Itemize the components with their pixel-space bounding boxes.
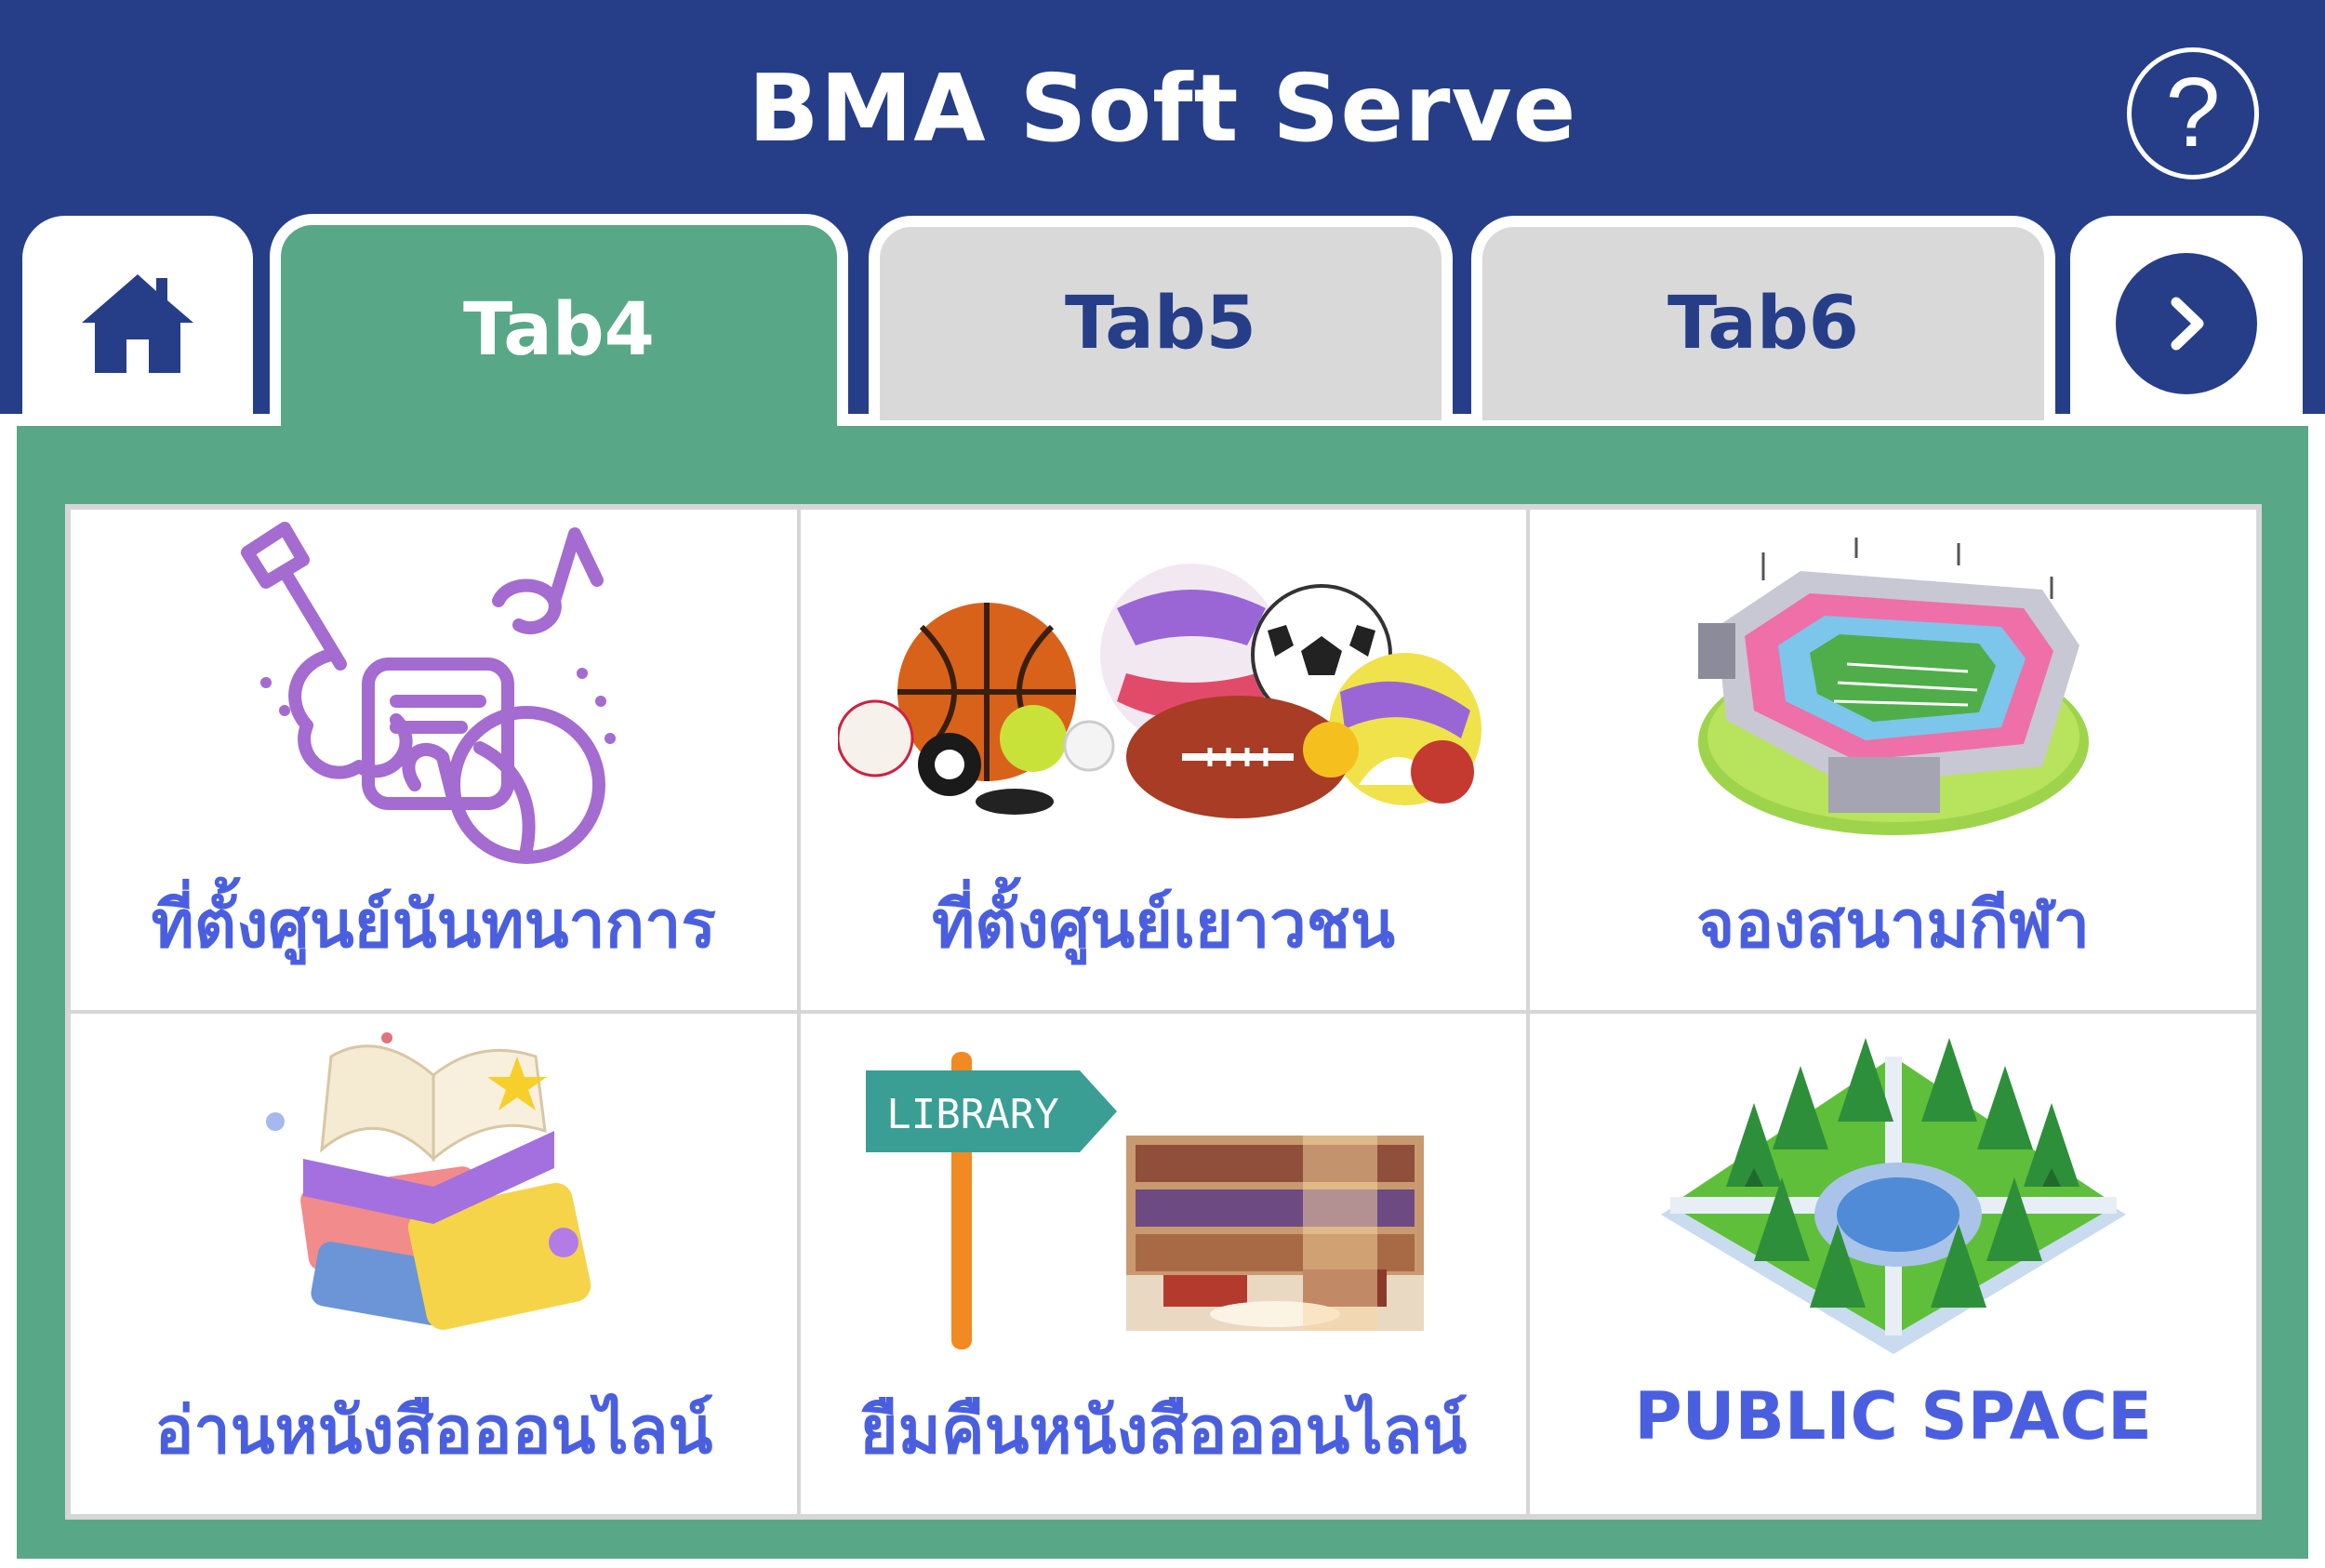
content-panel: ที่ตั้งศูนย์นันทนาการ ที่ตั้งศูนย์เยาวชน… [17, 426, 2308, 1559]
app-title: BMA Soft Serve [748, 54, 1577, 163]
tile-label: อ่านหนังสือออนไลน์ [154, 1392, 713, 1468]
tile-recreation-center[interactable]: ที่ตั้งศูนย์นันทนาการ [69, 508, 799, 1012]
service-grid: ที่ตั้งศูนย์นันทนาการ ที่ตั้งศูนย์เยาวชน… [65, 504, 2262, 1520]
tile-read-books-online[interactable]: อ่านหนังสือออนไลน์ [69, 1012, 799, 1516]
tab-next-button[interactable] [2070, 216, 2303, 420]
sports-balls-icon [837, 564, 1481, 818]
tab-6-label: Tab6 [1667, 282, 1859, 365]
home-icon [82, 274, 193, 373]
tab-6[interactable]: Tab6 [1471, 216, 2055, 420]
open-books-icon [266, 1032, 591, 1330]
tile-label: PUBLIC SPACE [1634, 1378, 2152, 1455]
tile-public-space[interactable]: PUBLIC SPACE [1528, 1012, 2258, 1516]
library-sign-icon: LIBRARY [865, 1052, 1424, 1349]
library-sign-text: LIBRARY [886, 1091, 1058, 1138]
tile-youth-center[interactable]: ที่ตั้งศูนย์เยาวชน [798, 508, 1529, 1012]
tab-5-label: Tab5 [1065, 282, 1256, 365]
tile-borrow-return-books[interactable]: LIBRARY ยืมคืนหนังสือออนไลน์ [798, 1012, 1529, 1516]
tab-5[interactable]: Tab5 [869, 216, 1453, 420]
next-circle [2116, 253, 2257, 394]
tile-label: ที่ตั้งศูนย์เยาวชน [931, 886, 1395, 963]
tile-label: ที่ตั้งศูนย์นันทนาการ [151, 886, 717, 963]
tab-4-label: Tab4 [463, 288, 655, 372]
tile-label: จองสนามกีฬา [1696, 886, 2091, 963]
tile-book-sports-field[interactable]: จองสนามกีฬา [1528, 508, 2258, 1012]
tab-4[interactable]: Tab4 [270, 214, 848, 435]
stadium-icon [1697, 538, 2089, 835]
help-button[interactable]: ? [2127, 47, 2259, 179]
recreation-music-icon [241, 522, 617, 864]
tile-label: ยืมคืนหนังสือออนไลน์ [859, 1392, 1468, 1468]
park-icon [1660, 1038, 2126, 1354]
chevron-right-icon [2171, 297, 2204, 351]
tab-home[interactable] [22, 216, 253, 420]
